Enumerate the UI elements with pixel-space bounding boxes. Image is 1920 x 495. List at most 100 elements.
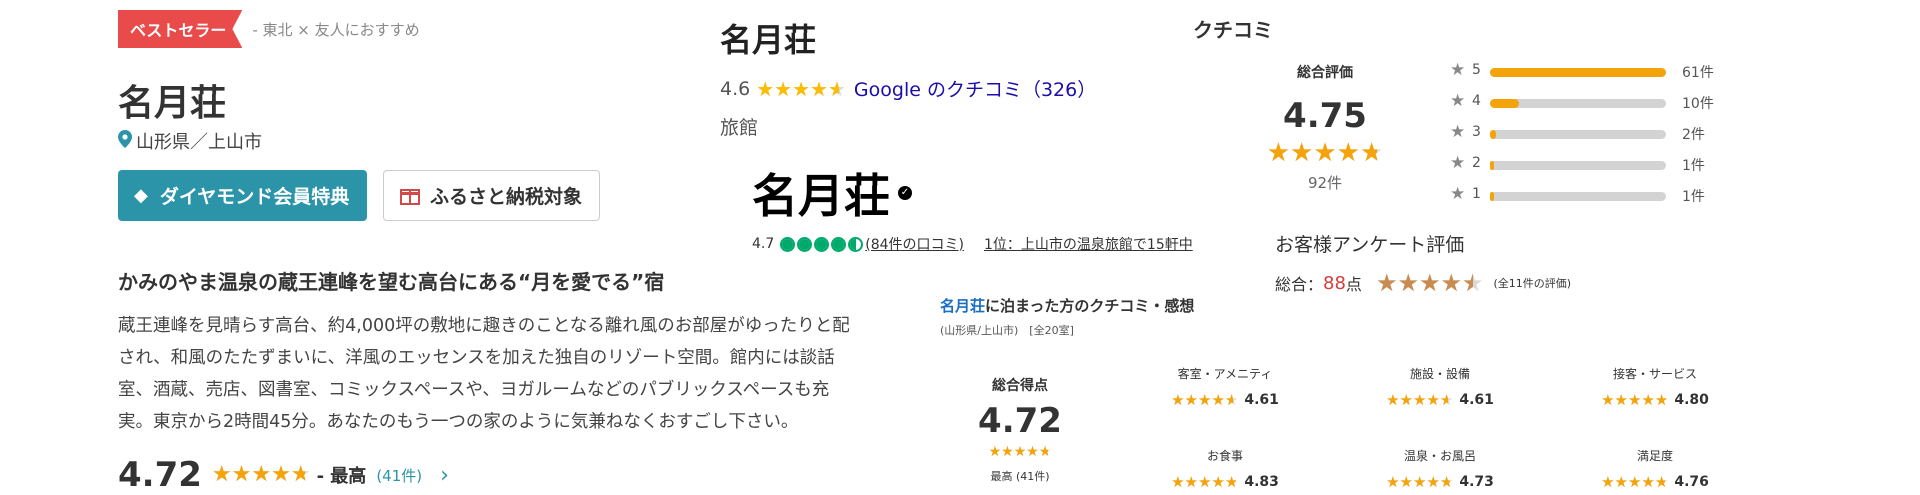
- description-line: 蔵王連峰を見晴らす高台、約4,000坪の敷地に趣きのことなる離れ風のお部屋がゆっ…: [118, 316, 850, 336]
- star-icon: ★★: [1426, 390, 1440, 409]
- star-icon: ★★: [1418, 269, 1441, 297]
- star-icon: ★★: [810, 76, 828, 101]
- headline: かみのやま温泉の蔵王連峰を望む高台にある“月を愛でる”宿: [118, 270, 665, 294]
- star-icon: ★★: [988, 444, 1002, 460]
- star-icon: ★: [1450, 153, 1466, 173]
- jalan-overall-note: 最高 (41件): [990, 470, 1050, 483]
- star-icon: ★★: [1413, 390, 1427, 409]
- survey-stars: ★★★★★★★★★★: [1376, 271, 1484, 295]
- star-icon: ★★: [1171, 390, 1185, 409]
- star-icon: ★★: [827, 76, 846, 101]
- star-icon: ★★: [1614, 390, 1628, 409]
- description-line: 実。東京から2時間45分。あなたのもう一つの家のように気兼ねなくおすごし下さい。: [118, 412, 799, 432]
- score-count-link[interactable]: (41件): [376, 465, 422, 486]
- rating-bar-row: ★ 4 10件: [1450, 91, 1730, 113]
- jalan-category-stars: ★ ★ ★ ★ ★ ★ ★ ★ ★ ★: [1171, 390, 1238, 409]
- rating-bar-count: 1件: [1682, 189, 1705, 205]
- rating-bar-count: 2件: [1682, 127, 1705, 143]
- rating-bar-track: [1490, 99, 1666, 108]
- rating-bar-label: 2: [1472, 155, 1481, 171]
- jalan-category-stars: ★ ★ ★ ★ ★ ★ ★ ★ ★ ★: [1171, 472, 1238, 491]
- star-icon: ★★: [1026, 444, 1039, 460]
- diamond-icon: ◆: [134, 185, 148, 206]
- jalan-category-score: 4.61: [1244, 392, 1279, 408]
- survey-overall-label: 総合：: [1275, 275, 1324, 294]
- star-icon: ★★: [1641, 390, 1655, 409]
- overall-score: 4.75: [1283, 96, 1367, 136]
- star-icon: ★★: [1266, 138, 1291, 168]
- rating-bubble-icon: [797, 236, 813, 252]
- jalan-category-stars: ★ ★ ★ ★ ★ ★ ★ ★ ★ ★: [1386, 472, 1454, 491]
- jalan-category-label: 施設・設備: [1409, 367, 1470, 381]
- furusato-tax-button[interactable]: ふるさと納税対象: [383, 170, 600, 221]
- survey-title: お客様アンケート評価: [1275, 234, 1465, 256]
- survey-overall-score: 88: [1323, 272, 1346, 294]
- survey-overall-unit: 点: [1345, 275, 1362, 294]
- star-icon: ★★: [231, 462, 252, 487]
- jalan-category: 満足度 ★ ★ ★ ★ ★ ★ ★ ★ ★ ★ 4.76: [1570, 447, 1740, 490]
- survey-block: お客様アンケート評価 総合： 88 点 ★★★★★★★★★★ (全11件の評価): [1275, 230, 1695, 300]
- jalan-category-label: 接客・サービス: [1612, 367, 1697, 381]
- overall-count: 92件: [1307, 174, 1343, 192]
- score-label: - 最高: [316, 466, 367, 487]
- rating-bar-fill: [1490, 68, 1666, 77]
- star-icon: ★★: [251, 462, 272, 487]
- star-icon: ★★: [1184, 390, 1198, 409]
- jalan-hotel-link[interactable]: 名月荘: [940, 295, 985, 316]
- diamond-member-button[interactable]: ◆ ダイヤモンド会員特典: [118, 170, 367, 221]
- ta-reviews-link[interactable]: (84件の口コミ): [865, 234, 964, 254]
- ta-bubbles: [780, 236, 865, 252]
- rating-bar-row: ★ 2 1件: [1450, 153, 1730, 175]
- star-icon: ★★: [1399, 390, 1413, 409]
- star-icon: ★★: [211, 462, 232, 487]
- rating-bar-label: 1: [1472, 186, 1481, 202]
- jalan-category-stars: ★ ★ ★ ★ ★ ★ ★ ★ ★ ★: [1601, 472, 1668, 491]
- star-icon: ★★: [1439, 472, 1454, 491]
- jalan-category: 温泉・お風呂 ★ ★ ★ ★ ★ ★ ★ ★ ★ ★ 4.73: [1355, 447, 1525, 490]
- description-line: 室、酒蔵、売店、図書室、コミックスペースや、ヨガルームなどのパブリックスペースも…: [118, 380, 830, 400]
- rating-bar-track: [1490, 192, 1666, 201]
- google-reviews-link[interactable]: Google のクチコミ（326）: [854, 75, 1096, 102]
- rating-bar-label: 4: [1472, 93, 1481, 109]
- ta-rank-link[interactable]: 1位：上山市の温泉旅館で15軒中: [984, 234, 1193, 254]
- score-row[interactable]: 4.72 ★ ★ ★ ★ ★ ★ ★ ★ ★ ★ - 最高 (41件) ›: [118, 455, 449, 495]
- jalan-category-score: 4.73: [1459, 474, 1494, 490]
- location-text: 山形県／上山市: [136, 132, 262, 153]
- rating-bar-row: ★ 1 1件: [1450, 184, 1730, 206]
- jalan-category-score: 4.61: [1459, 392, 1494, 408]
- rating-bar-track: [1490, 161, 1666, 170]
- star-icon: ★★: [1440, 269, 1462, 297]
- star-icon: ★: [1450, 184, 1466, 204]
- jalan-category-label: お食事: [1206, 449, 1243, 463]
- star-icon: ★★: [290, 462, 311, 487]
- star-icon: ★★: [792, 76, 811, 101]
- jalan-sub: (山形県/上山市) [全20室]: [940, 324, 1074, 337]
- chevron-right-icon[interactable]: ›: [440, 463, 449, 488]
- star-icon: ★★: [1462, 269, 1484, 297]
- star-icon: ★★: [1386, 472, 1400, 491]
- rating-bar-fill: [1490, 130, 1496, 139]
- star-icon: ★★: [271, 462, 291, 487]
- rating-bar-track: [1490, 130, 1666, 139]
- star-icon: ★★: [1614, 472, 1628, 491]
- star-icon: ★★: [756, 76, 775, 101]
- ta-hotel-name: 名月荘: [752, 169, 890, 223]
- verified-check-icon: ✓: [898, 186, 912, 200]
- star-icon: ★★: [1211, 472, 1225, 491]
- description: 蔵王連峰を見晴らす高台、約4,000坪の敷地に趣きのことなる離れ風のお部屋がゆっ…: [118, 310, 918, 438]
- rating-bar-count: 10件: [1682, 96, 1714, 112]
- google-category: 旅館: [720, 117, 759, 139]
- jalan-category: 施設・設備 ★ ★ ★ ★ ★ ★ ★ ★ ★ ★ 4.61: [1355, 365, 1525, 408]
- rating-bar-fill: [1490, 161, 1494, 170]
- score-value: 4.72: [118, 455, 202, 495]
- star-icon: ★★: [1038, 444, 1052, 460]
- google-hotel-name: 名月荘: [720, 21, 817, 59]
- star-icon: ★: [1450, 122, 1466, 142]
- rating-bubble-icon: [831, 236, 847, 252]
- jalan-overall-score: 4.72: [978, 401, 1062, 441]
- jalan-category: お食事 ★ ★ ★ ★ ★ ★ ★ ★ ★ ★ 4.83: [1140, 447, 1310, 490]
- star-icon: ★★: [1397, 269, 1419, 297]
- star-icon: ★★: [1654, 390, 1669, 409]
- star-icon: ★★: [1601, 390, 1615, 409]
- description-line: され、和風のたたずまいに、洋風のエッセンスを加えた独自のリゾート空間。館内には談…: [118, 348, 835, 368]
